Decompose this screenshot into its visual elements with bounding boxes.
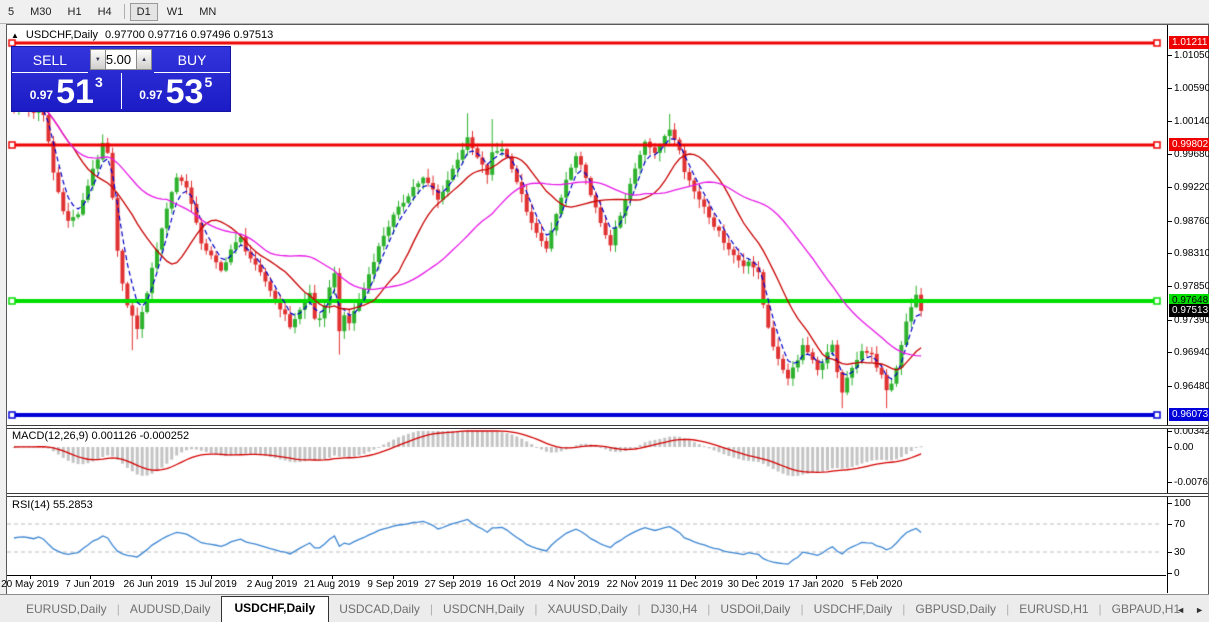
- price-axis[interactable]: 1.01050 1.00590 1.00140 0.99680 0.99220 0.987…: [1167, 25, 1209, 593]
- timeframe-button-5[interactable]: 5: [1, 3, 21, 21]
- chart-tab-usdchf-daily[interactable]: USDCHF,Daily: [804, 597, 903, 622]
- price-level-label-red: 1.01211: [1169, 36, 1209, 49]
- price-tick-label: 0.98760: [1168, 215, 1209, 227]
- chart-tab-usdcad-daily[interactable]: USDCAD,Daily: [329, 597, 430, 622]
- date-label: 2 Aug 2019: [246, 579, 298, 590]
- toolbar-separator: [123, 4, 125, 19]
- timeframe-button-w1[interactable]: W1: [160, 3, 191, 21]
- date-label: 21 Aug 2019: [303, 579, 361, 590]
- volume-input[interactable]: 5.00: [105, 49, 137, 70]
- macd-pane-splitter[interactable]: [7, 425, 1208, 429]
- price-tick-label: 0.96480: [1168, 380, 1209, 392]
- trading-terminal: 5 M30 H1 H4 D1 W1 MN ▲ USDCHF,Daily 0.97700 0.…: [0, 0, 1209, 622]
- macd-tick-label: -0.007615: [1168, 476, 1209, 488]
- rsi-indicator-label: RSI(14) 55.2853: [12, 499, 93, 511]
- symbol-marker-icon: ▲: [11, 30, 19, 40]
- macd-tick-label: 0.00: [1168, 441, 1193, 453]
- date-label: 5 Feb 2020: [851, 579, 903, 590]
- volume-increase-icon[interactable]: ▲: [136, 49, 153, 70]
- price-tick-label: 0.97850: [1168, 280, 1209, 292]
- rsi-tick-label: 70: [1168, 518, 1185, 530]
- sell-button[interactable]: SELL: [12, 47, 88, 73]
- rsi-tick-label: 30: [1168, 546, 1185, 558]
- price-tick-label: 0.98310: [1168, 247, 1209, 259]
- date-label: 30 Dec 2019: [727, 579, 785, 590]
- price-level-label-blue: 0.96073: [1169, 408, 1209, 421]
- buy-price-pips: 53: [165, 72, 204, 111]
- chart-tab-eurusd-h1[interactable]: EURUSD,H1: [1009, 597, 1098, 622]
- chart-tab-eurusd-daily[interactable]: EURUSD,Daily: [16, 597, 117, 622]
- timeframe-button-mn[interactable]: MN: [192, 3, 223, 21]
- price-level-label-red: 0.99802: [1169, 138, 1209, 151]
- chart-window: ▲ USDCHF,Daily 0.97700 0.97716 0.97496 0…: [1, 24, 1209, 596]
- timeframe-toolbar: 5 M30 H1 H4 D1 W1 MN: [0, 0, 1209, 24]
- timeframe-button-d1[interactable]: D1: [129, 2, 158, 21]
- chart-tab-dj30-h4[interactable]: DJ30,H4: [641, 597, 708, 622]
- chart-tab-bar: EURUSD,Daily | AUDUSD,Daily USDCHF,Daily USD…: [0, 594, 1209, 622]
- buy-price-point: 5: [204, 74, 213, 90]
- rsi-tick-label: 100: [1168, 497, 1191, 509]
- sell-price-handle: 0.97: [29, 88, 54, 102]
- tab-scroll-right-icon[interactable]: ►: [1195, 605, 1204, 615]
- chart-tab-audusd-daily[interactable]: AUDUSD,Daily: [120, 597, 221, 622]
- price-tick-label: 1.00590: [1168, 82, 1209, 94]
- price-tick-label: 0.99220: [1168, 181, 1209, 193]
- timeframe-button-m30[interactable]: M30: [23, 3, 58, 21]
- buy-button[interactable]: BUY: [154, 47, 230, 73]
- sell-price-point: 3: [94, 74, 103, 90]
- date-label: 17 Jan 2020: [788, 579, 844, 590]
- price-tick-label: 1.00140: [1168, 115, 1209, 127]
- date-label: 27 Sep 2019: [424, 579, 482, 590]
- price-tick-label: 1.01050: [1168, 49, 1209, 61]
- rsi-pane-splitter[interactable]: [7, 493, 1208, 497]
- chart-title: ▲ USDCHF,Daily 0.97700 0.97716 0.97496 0…: [11, 29, 273, 41]
- chart-tab-xauusd-daily[interactable]: XAUUSD,Daily: [537, 597, 637, 622]
- chart-symbol-label: USDCHF,Daily: [25, 29, 99, 41]
- volume-control: ▼ 5.00 ▲: [89, 49, 153, 70]
- price-tick-label: 0.96940: [1168, 346, 1209, 358]
- chart-tab-usdcnh-daily[interactable]: USDCNH,Daily: [433, 597, 534, 622]
- chart-ohlc-values: 0.97700 0.97716 0.97496 0.97513: [105, 29, 274, 41]
- chart-tab-gbpusd-daily[interactable]: GBPUSD,Daily: [905, 597, 1006, 622]
- one-click-trade-panel: SELL ▼ 5.00 ▲ BUY 0.97 51 3 0.97 53 5: [11, 46, 231, 112]
- price-level-label-current: 0.97513: [1169, 304, 1209, 317]
- date-axis[interactable]: 20 May 2019 7 Jun 2019 26 Jun 2019 15 Jul 2…: [1, 575, 1166, 594]
- date-label: 7 Jun 2019: [65, 579, 115, 590]
- date-label: 9 Sep 2019: [367, 579, 419, 590]
- date-label: 26 Jun 2019: [123, 579, 179, 590]
- tab-scroll-arrows: ◄ ►: [1176, 605, 1204, 615]
- buy-price-handle: 0.97: [139, 88, 163, 102]
- date-label: 11 Dec 2019: [667, 579, 723, 590]
- timeframe-button-h4[interactable]: H4: [91, 3, 119, 21]
- chart-tab-usdoil-daily[interactable]: USDOil,Daily: [710, 597, 800, 622]
- chart-tab-usdchf-daily[interactable]: USDCHF,Daily: [220, 596, 330, 622]
- sell-price-pips: 51: [56, 72, 94, 111]
- date-label: 20 May 2019: [1, 579, 59, 590]
- date-label: 4 Nov 2019: [548, 579, 600, 590]
- date-label: 15 Jul 2019: [185, 579, 237, 590]
- volume-decrease-icon[interactable]: ▼: [89, 49, 106, 70]
- buy-price-display[interactable]: 0.97 53 5: [122, 73, 231, 109]
- tab-scroll-left-icon[interactable]: ◄: [1176, 605, 1185, 615]
- timeframe-button-h1[interactable]: H1: [61, 3, 89, 21]
- sell-price-display[interactable]: 0.97 51 3: [12, 73, 122, 109]
- date-label: 22 Nov 2019: [606, 579, 664, 590]
- rsi-tick-label: 0: [1168, 567, 1180, 579]
- date-label: 16 Oct 2019: [486, 579, 542, 590]
- macd-indicator-label: MACD(12,26,9) 0.001126 -0.000252: [12, 430, 190, 442]
